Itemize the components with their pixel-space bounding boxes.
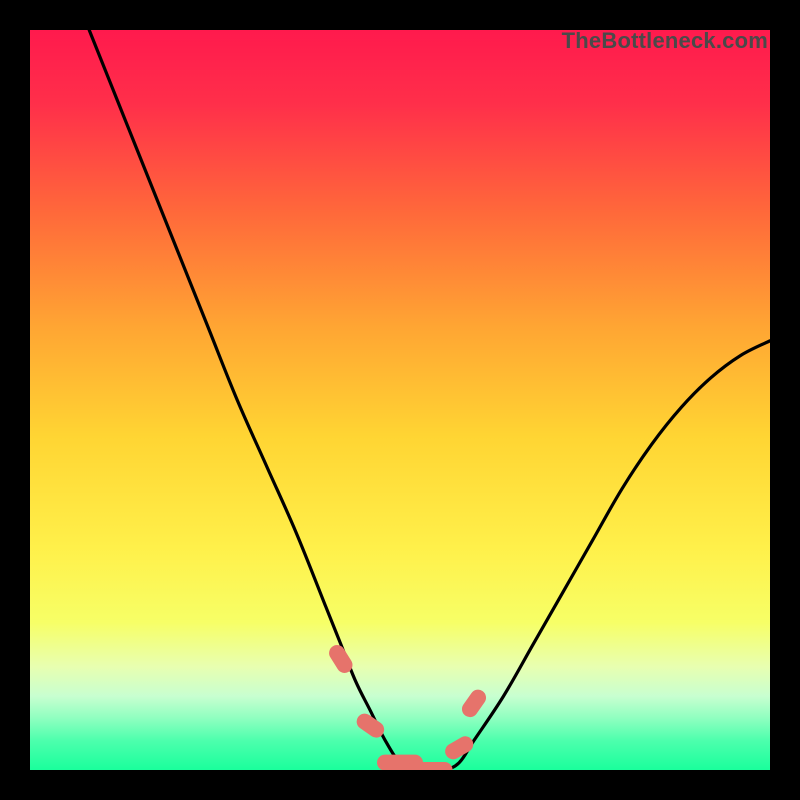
plot-area	[30, 30, 770, 770]
curve-layer	[30, 30, 770, 770]
chart-frame: TheBottleneck.com	[0, 0, 800, 800]
marker-capsule	[459, 687, 489, 721]
optimal-band-markers	[326, 642, 489, 770]
marker-capsule	[407, 762, 453, 770]
watermark-text: TheBottleneck.com	[562, 28, 768, 54]
marker-capsule	[442, 733, 476, 762]
bottleneck-curve	[89, 30, 770, 770]
